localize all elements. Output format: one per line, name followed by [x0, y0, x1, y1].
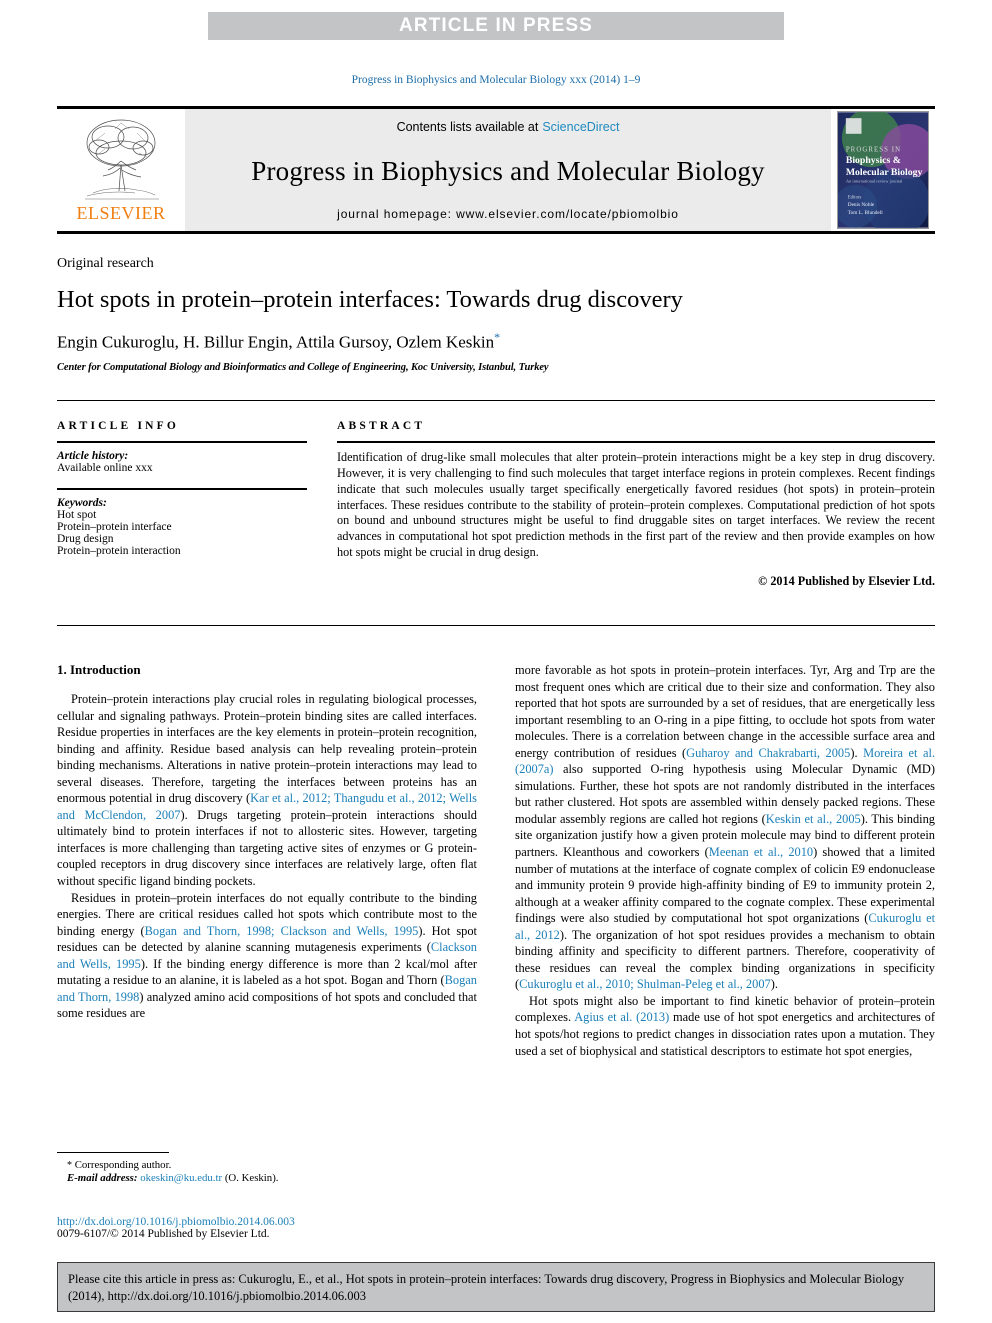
svg-text:Molecular Biology: Molecular Biology [846, 167, 923, 178]
article-info-column: ARTICLE INFO Article history: Available … [57, 420, 307, 557]
author-names: Engin Cukuroglu, H. Billur Engin, Attila… [57, 332, 495, 352]
masthead-center-block: Contents lists available at ScienceDirec… [185, 109, 831, 231]
article-in-press-label: ARTICLE IN PRESS [399, 15, 593, 36]
info-top-rule [57, 400, 935, 401]
citation-link[interactable]: Meenan et al., 2010 [709, 845, 813, 859]
running-head-citation: Progress in Biophysics and Molecular Bio… [351, 74, 641, 86]
body-paragraph: more favorable as hot spots in protein–p… [515, 662, 935, 993]
info-bottom-rule [57, 625, 935, 626]
keyword-item: Hot spot [57, 509, 97, 521]
cite-this-article-box: Please cite this article in press as: Cu… [57, 1262, 935, 1312]
contents-available-line: Contents lists available at ScienceDirec… [185, 118, 831, 136]
svg-text:Tom L. Blundell: Tom L. Blundell [848, 210, 883, 216]
page-title: Hot spots in protein–protein interfaces:… [57, 286, 683, 313]
sciencedirect-link[interactable]: ScienceDirect [542, 120, 619, 134]
keywords-label: Keywords: [57, 497, 107, 509]
paragraph-container-right: more favorable as hot spots in protein–p… [515, 662, 935, 1059]
abstract-column: ABSTRACT Identification of drug-like sma… [337, 420, 935, 589]
article-info-rule [57, 441, 307, 443]
keyword-item: Protein–protein interface [57, 521, 172, 533]
corresponding-author-text: Corresponding author. [74, 1159, 172, 1171]
svg-text:Editors: Editors [848, 195, 862, 200]
article-history-value: Available online xxx [57, 462, 153, 474]
journal-masthead: ELSEVIER Contents lists available at Sci… [57, 106, 935, 234]
journal-cover-block: PROGRESS IN Biophysics & Molecular Biolo… [831, 109, 935, 231]
issn-copyright-line: 0079-6107/© 2014 Published by Elsevier L… [57, 1228, 270, 1240]
corresponding-author-line: * Corresponding author. [57, 1159, 477, 1171]
email-line: E-mail address: okeskin@ku.edu.tr (O. Ke… [57, 1172, 477, 1184]
abstract-copyright: © 2014 Published by Elsevier Ltd. [758, 574, 935, 589]
keyword-item: Drug design [57, 533, 114, 545]
corresponding-author-footnote: * Corresponding author. E-mail address: … [57, 1152, 477, 1185]
email-owner-note: (O. Keskin). [224, 1172, 279, 1184]
doi-link[interactable]: http://dx.doi.org/10.1016/j.pbiomolbio.2… [57, 1216, 537, 1228]
article-in-press-banner: ARTICLE IN PRESS [208, 12, 784, 40]
article-type-label: Original research [57, 256, 154, 271]
citation-link[interactable]: Keskin et al., 2005 [766, 812, 861, 826]
paragraph-container-left: Protein–protein interactions play crucia… [57, 691, 477, 1022]
email-address-label: E-mail address: [67, 1172, 138, 1184]
corresponding-author-marker: * [494, 330, 501, 345]
body-paragraph: Protein–protein interactions play crucia… [57, 691, 477, 890]
abstract-text: Identification of drug-like small molecu… [337, 450, 935, 560]
body-paragraph: Residues in protein–protein interfaces d… [57, 890, 477, 1022]
body-column-right: more favorable as hot spots in protein–p… [515, 662, 935, 1059]
journal-cover-thumbnail: PROGRESS IN Biophysics & Molecular Biolo… [837, 111, 929, 229]
cite-this-article-text: Please cite this article in press as: Cu… [68, 1272, 905, 1303]
paragraph-text: Protein–protein interactions play crucia… [57, 692, 477, 806]
abstract-rule [337, 441, 935, 443]
body-column-left: 1. Introduction Protein–protein interact… [57, 662, 477, 1022]
svg-text:An international review journa: An international review journal [846, 179, 903, 184]
svg-text:PROGRESS IN: PROGRESS IN [846, 146, 901, 153]
contents-available-label: Contents lists available at [396, 120, 539, 134]
journal-title: Progress in Biophysics and Molecular Bio… [251, 156, 765, 186]
citation-link[interactable]: Cukuroglu et al., 2010; Shulman-Peleg et… [519, 977, 771, 991]
abstract-heading: ABSTRACT [337, 420, 426, 432]
elsevier-tree-icon [85, 119, 159, 200]
article-info-heading: ARTICLE INFO [57, 420, 180, 432]
author-list: Engin Cukuroglu, H. Billur Engin, Attila… [57, 330, 935, 353]
citation-link[interactable]: Agius et al. (2013) [574, 1010, 669, 1024]
keywords-rule [57, 488, 307, 490]
article-history-label: Article history: [57, 450, 129, 462]
title-block: Original research Hot spots in protein–p… [57, 256, 935, 373]
elsevier-logo-block: ELSEVIER [57, 109, 185, 231]
footnote-rule [57, 1152, 169, 1153]
paragraph-text: ). [770, 977, 778, 992]
journal-homepage-link[interactable]: journal homepage: www.elsevier.com/locat… [185, 207, 831, 221]
elsevier-wordmark: ELSEVIER [76, 203, 166, 223]
doi-block: http://dx.doi.org/10.1016/j.pbiomolbio.2… [57, 1216, 537, 1240]
email-address-link[interactable]: okeskin@ku.edu.tr [140, 1172, 222, 1184]
citation-link[interactable]: Guharoy and Chakrabarti, 2005 [686, 746, 850, 760]
section-heading-introduction: 1. Introduction [57, 662, 141, 677]
keyword-item: Protein–protein interaction [57, 545, 181, 557]
svg-text:Biophysics &: Biophysics & [846, 155, 901, 166]
citation-link[interactable]: Bogan and Thorn, 1998; Clackson and Well… [145, 924, 419, 938]
affiliation: Center for Computational Biology and Bio… [57, 361, 549, 373]
footnote-star-marker: * [67, 1160, 72, 1171]
body-paragraph: Hot spots might also be important to fin… [515, 993, 935, 1059]
paragraph-text: ). [850, 745, 864, 760]
svg-text:Denis Noble: Denis Noble [848, 202, 875, 208]
